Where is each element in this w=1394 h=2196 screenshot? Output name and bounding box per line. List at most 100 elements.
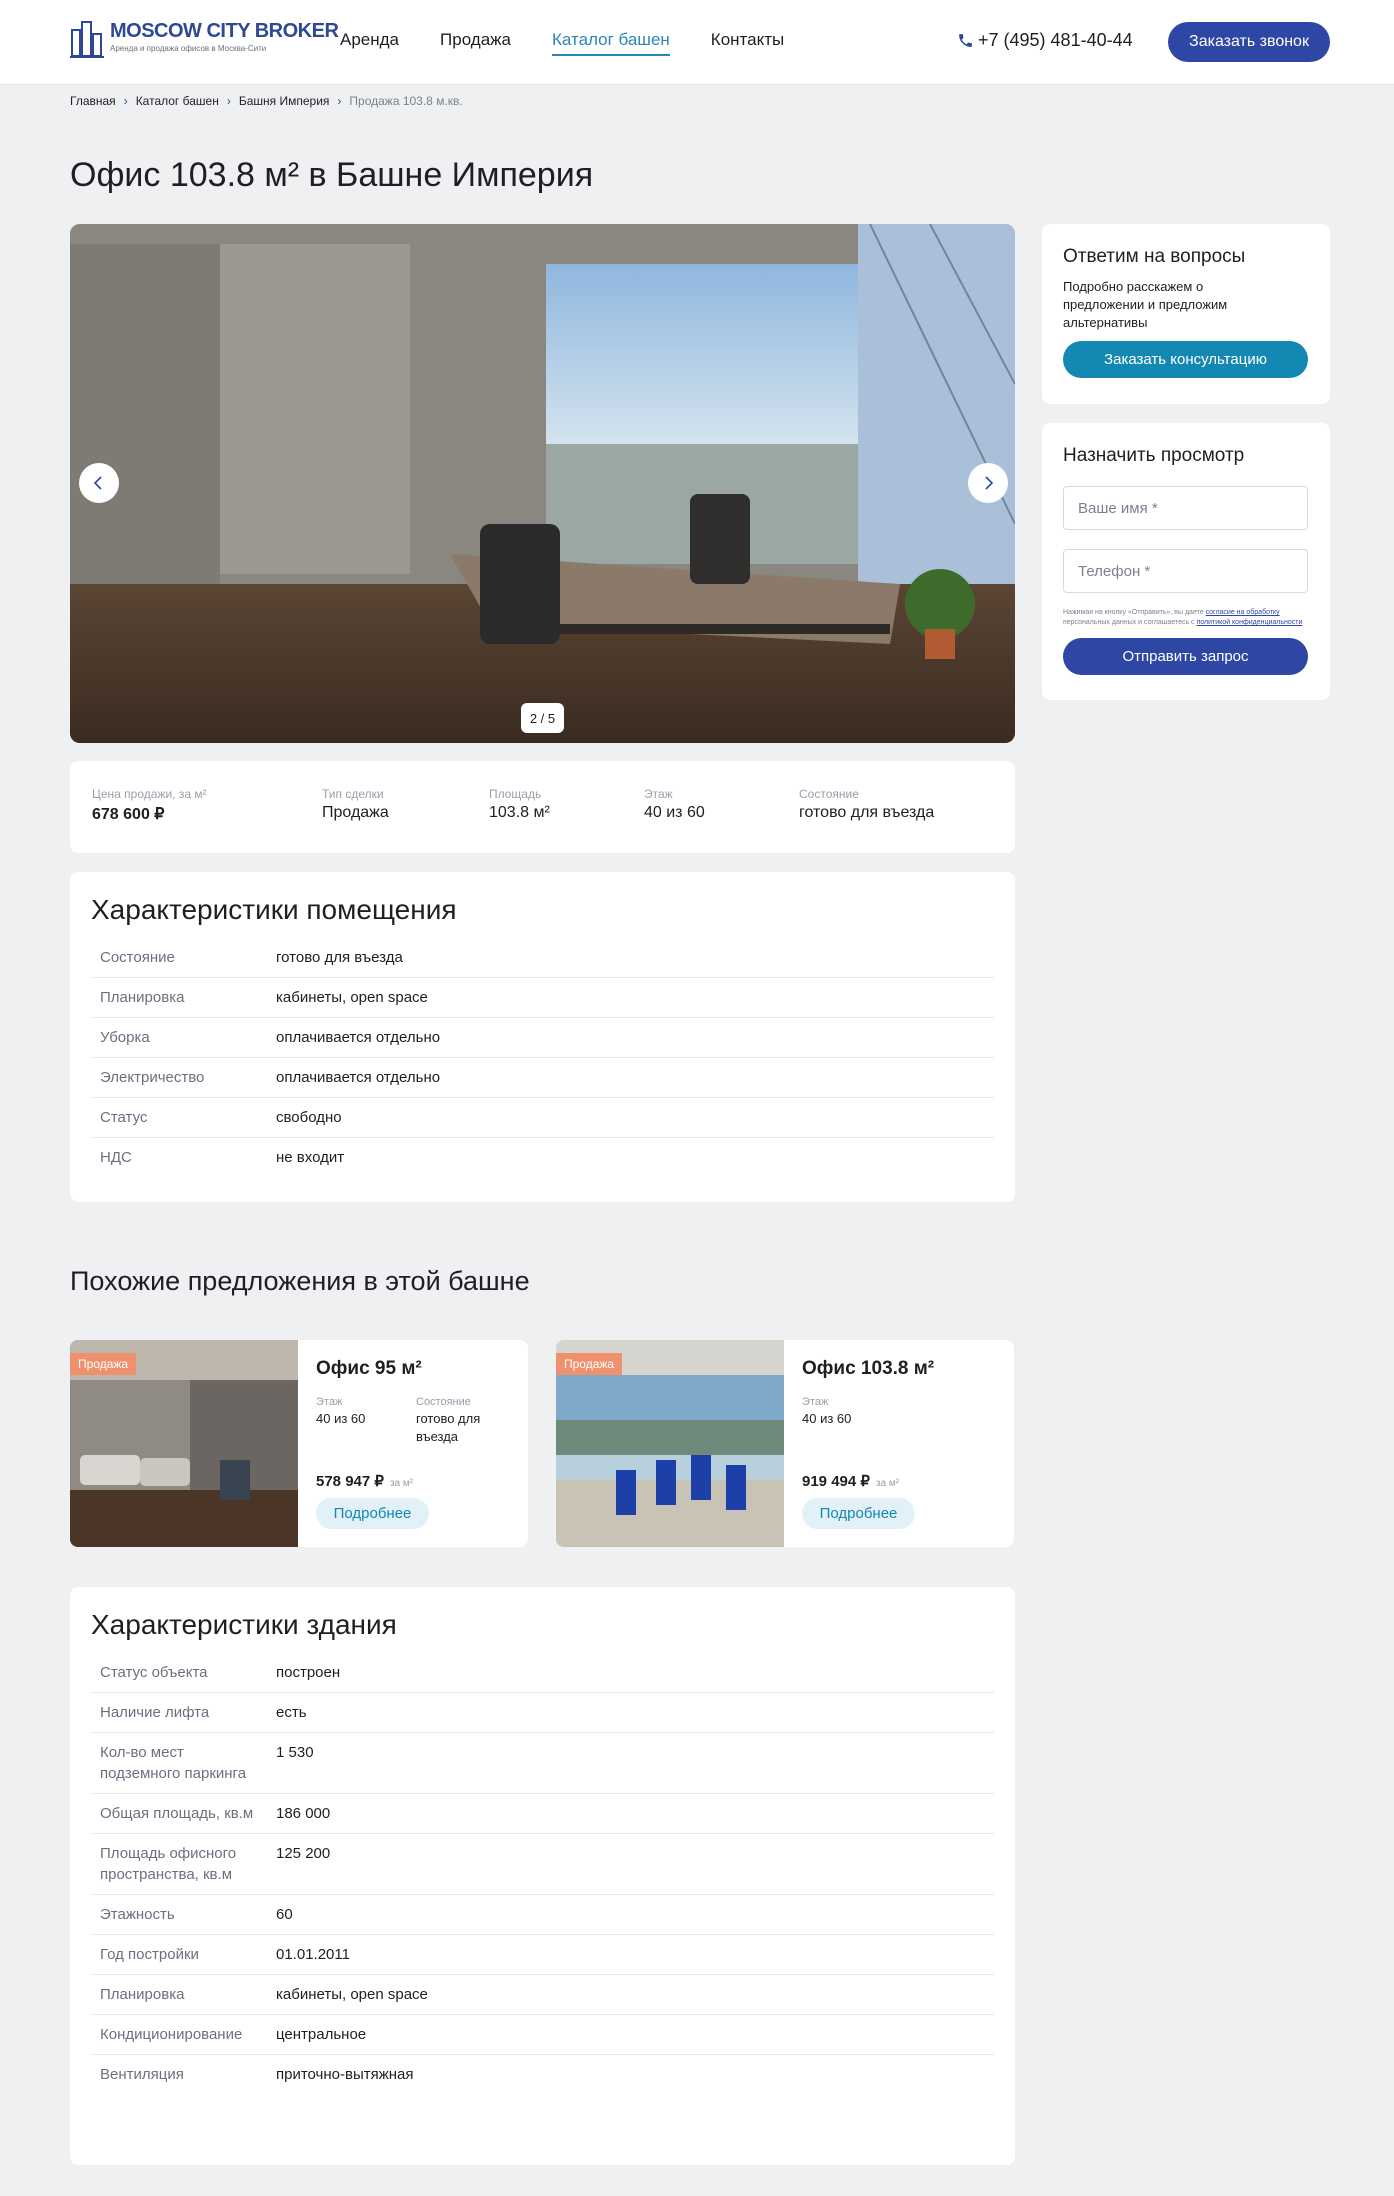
spec-row: Наличие лифта есть: [91, 1693, 994, 1733]
logo[interactable]: MOSCOW CITY BROKER Аренда и продажа офис…: [70, 20, 339, 58]
spec-key: Наличие лифта: [100, 1704, 210, 1721]
spec-row: Электричество оплачивается отдельно: [91, 1058, 994, 1098]
gallery-next-button[interactable]: [968, 463, 1008, 503]
nav-rent[interactable]: Аренда: [340, 30, 399, 56]
gallery-prev-button[interactable]: [79, 463, 119, 503]
page-title: Офис 103.8 м² в Башне Империя: [70, 156, 594, 194]
summary-price: Цена продажи, за м² 678 600 ₽: [92, 787, 207, 824]
spec-value: 186 000: [276, 1805, 331, 1822]
chevron-left-icon: [93, 476, 102, 490]
name-input[interactable]: Ваше имя *: [1063, 486, 1308, 530]
viewing-form: Назначить просмотр Ваше имя * Телефон * …: [1042, 423, 1330, 700]
summary-floor: Этаж 40 из 60: [644, 787, 705, 822]
similar-offers-title: Похожие предложения в этой башне: [70, 1266, 530, 1296]
spec-key: НДС: [100, 1149, 132, 1166]
summary-label: Цена продажи, за м²: [92, 787, 207, 801]
breadcrumb-current: Продажа 103.8 м.кв.: [349, 94, 463, 108]
summary-area: Площадь 103.8 м²: [489, 787, 550, 822]
breadcrumb-tower[interactable]: Башня Империя: [239, 94, 330, 108]
chevron-right-icon: ›: [226, 94, 231, 108]
spec-row: Кондиционирование центральное: [91, 2015, 994, 2055]
phone-input[interactable]: Телефон *: [1063, 549, 1308, 593]
state-label: Состояние: [416, 1396, 471, 1408]
spec-key: Планировка: [100, 1986, 185, 2003]
offer-title[interactable]: Офис 95 м²: [316, 1358, 516, 1380]
spec-row: Планировка кабинеты, open space: [91, 1975, 994, 2015]
spec-value: есть: [276, 1704, 307, 1721]
summary-value: 40 из 60: [644, 804, 705, 821]
floor-label: Этаж: [316, 1396, 343, 1408]
spec-key: Уборка: [100, 1029, 150, 1046]
phone-link[interactable]: +7 (495) 481-40-44: [957, 30, 1133, 51]
spec-row: Общая площадь, кв.м 186 000: [91, 1794, 994, 1834]
spec-key: Этажность: [100, 1906, 175, 1923]
spec-key: Год постройки: [100, 1946, 199, 1963]
phone-number: +7 (495) 481-40-44: [978, 30, 1133, 50]
similar-offer-card[interactable]: Продажа Офис 103.8 м² Этаж 40 из 60 919 …: [556, 1340, 1014, 1547]
phone-icon: [959, 34, 972, 47]
spec-row: Планировка кабинеты, open space: [91, 978, 994, 1018]
spec-row: Состояние готово для въезда: [91, 938, 994, 978]
spec-row: Вентиляция приточно-вытяжная: [91, 2055, 994, 2094]
chevron-right-icon: ›: [337, 94, 342, 108]
spec-value: оплачивается отдельно: [276, 1029, 441, 1046]
floor-label: Этаж: [802, 1396, 829, 1408]
privacy-policy-link[interactable]: политикой конфиденциальности: [1197, 619, 1303, 626]
spec-value: 125 200: [276, 1845, 331, 1862]
breadcrumb-catalog[interactable]: Каталог башен: [136, 94, 219, 108]
breadcrumb-home[interactable]: Главная: [70, 94, 116, 108]
price-unit: за м²: [389, 1478, 414, 1489]
details-button[interactable]: Подробнее: [802, 1498, 915, 1529]
city-logo-icon: [70, 21, 104, 58]
offer-price: 919 494 ₽ за м²: [802, 1472, 899, 1490]
spec-value: кабинеты, open space: [276, 1986, 428, 2003]
price-value: 578 947 ₽: [316, 1473, 384, 1490]
photo-gallery[interactable]: 2 / 5: [70, 224, 1015, 743]
spec-row: Площадь офисного пространства, кв.м 125 2…: [91, 1834, 994, 1895]
summary-label: Площадь: [489, 787, 542, 801]
offer-photo[interactable]: Продажа: [556, 1340, 784, 1547]
consult-card: Ответим на вопросы Подробно расскажем о …: [1042, 224, 1330, 404]
building-specs-title: Характеристики здания: [91, 1609, 397, 1640]
spec-key: Статус: [100, 1109, 148, 1126]
send-request-button[interactable]: Отправить запрос: [1063, 638, 1308, 675]
spec-key: Планировка: [100, 989, 185, 1006]
offer-photo[interactable]: Продажа: [70, 1340, 298, 1547]
spec-key: Статус объекта: [100, 1664, 208, 1681]
spec-value: построен: [276, 1664, 341, 1681]
spec-row: Уборка оплачивается отдельно: [91, 1018, 994, 1058]
spec-row: Статус объекта построен: [91, 1653, 994, 1693]
breadcrumb: Главная › Каталог башен › Башня Империя …: [70, 94, 463, 108]
spec-value: не входит: [276, 1149, 345, 1166]
spec-row: НДС не входит: [91, 1138, 994, 1177]
order-call-button[interactable]: Заказать звонок: [1168, 22, 1330, 62]
site-header: MOSCOW CITY BROKER Аренда и продажа офис…: [0, 0, 1394, 85]
details-button[interactable]: Подробнее: [316, 1498, 429, 1529]
offer-price: 578 947 ₽ за м²: [316, 1472, 413, 1490]
summary-label: Тип сделки: [322, 787, 384, 801]
consent-link[interactable]: согласие на обработку: [1206, 609, 1280, 616]
spec-value: приточно-вытяжная: [276, 2066, 414, 2083]
viewing-title: Назначить просмотр: [1063, 445, 1245, 466]
nav-contacts[interactable]: Контакты: [711, 30, 784, 56]
order-consultation-button[interactable]: Заказать консультацию: [1063, 341, 1308, 378]
gallery-counter: 2 / 5: [521, 703, 564, 733]
spec-row: Этажность 60: [91, 1895, 994, 1935]
logo-title: MOSCOW CITY BROKER: [110, 20, 339, 42]
consult-text: Подробно расскажем о предложении и предл…: [1063, 279, 1228, 330]
spec-value: оплачивается отдельно: [276, 1069, 441, 1086]
consult-title: Ответим на вопросы: [1063, 246, 1246, 267]
nav-sale[interactable]: Продажа: [440, 30, 511, 56]
spec-value: кабинеты, open space: [276, 989, 428, 1006]
nav-tower-catalog[interactable]: Каталог башен: [551, 30, 670, 56]
summary-value: готово для въезда: [799, 804, 935, 821]
offer-title[interactable]: Офис 103.8 м²: [802, 1358, 1002, 1380]
floor-value: 40 из 60: [802, 1411, 852, 1426]
similar-offer-card[interactable]: Продажа Офис 95 м² Этаж 40 из 60 Состоян…: [70, 1340, 528, 1547]
chevron-right-icon: [985, 476, 994, 490]
spec-value: центральное: [276, 2026, 367, 2043]
spec-key: Кондиционирование: [100, 2026, 243, 2043]
main-nav: Аренда Продажа Каталог башен Контакты: [340, 30, 825, 56]
summary-state: Состояние готово для въезда: [799, 787, 934, 822]
spec-key: Площадь офисного пространства, кв.м: [100, 1845, 237, 1883]
